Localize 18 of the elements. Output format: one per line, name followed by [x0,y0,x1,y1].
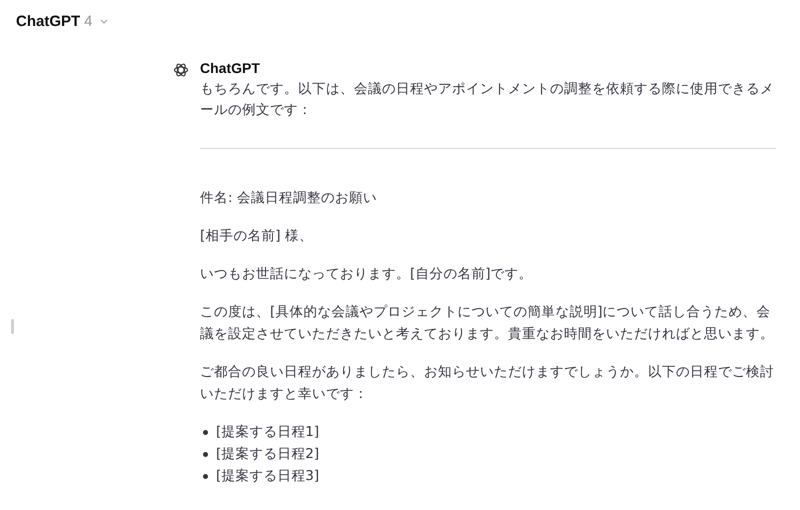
paragraph: この度は、[具体的な会議やプロジェクトについての簡単な説明]について話し合うため、会議を設定させていただきたいと考えております。貴重なお時間をいただければと思います。 [200,303,775,344]
scrollbar-thumb[interactable] [11,319,14,334]
bullet-dot [203,430,208,434]
list-item: [提案する日程3] [216,467,320,486]
bullet-dot [203,452,208,456]
paragraph: [相手の名前] 様、 [200,227,314,246]
chevron-down-icon[interactable] [100,19,108,24]
paragraph: いつもお世話になっております。[自分の名前]です。 [200,265,534,284]
paragraph: 件名: 会議日程調整のお願い [200,189,378,208]
model-version: 4 [84,13,93,30]
list-item: [提案する日程1] [216,423,320,442]
bullet-dot [203,474,208,478]
paragraph: ご都合の良い日程がありましたら、お知らせいただけますでしょうか。以下の日程でご検討いただけますと幸いです： [200,363,775,404]
logo-icon [173,62,189,78]
author-name: ChatGPT [200,59,261,77]
intro-text: もちろんです。以下は、会議の日程やアポイントメントの調整を依頼する際に使用できるメールの例文です： [200,80,775,120]
list-item: [提案する日程2] [216,445,320,464]
model-title: ChatGPT [16,13,80,30]
